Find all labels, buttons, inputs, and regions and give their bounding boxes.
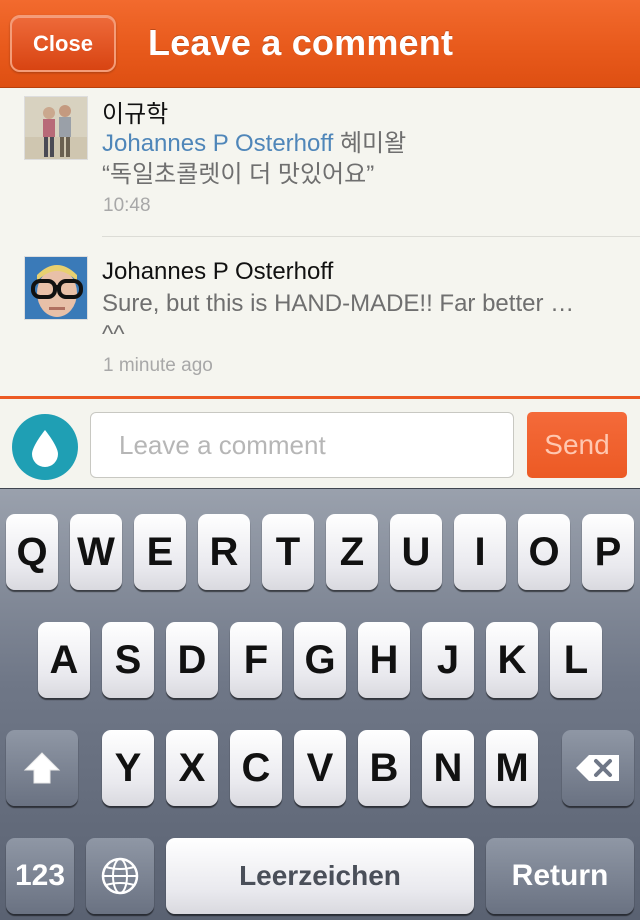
- send-button[interactable]: Send: [527, 412, 627, 478]
- backspace-icon: [576, 755, 619, 781]
- avatar[interactable]: [24, 256, 88, 320]
- comment-text: “독일초콜렛이 더 맛있어요”: [102, 161, 375, 188]
- key-m[interactable]: M: [486, 730, 538, 806]
- divider: [102, 236, 640, 237]
- comment-author[interactable]: Johannes P Osterhoff: [102, 258, 333, 286]
- key-u[interactable]: U: [390, 514, 442, 590]
- avatar-photo-couple: [25, 97, 87, 159]
- key-w[interactable]: W: [70, 514, 122, 590]
- comment-timestamp: 10:48: [103, 195, 151, 216]
- comment-timestamp: 1 minute ago: [103, 355, 213, 376]
- key-v[interactable]: V: [294, 730, 346, 806]
- key-i[interactable]: I: [454, 514, 506, 590]
- key-n[interactable]: N: [422, 730, 474, 806]
- key-r[interactable]: R: [198, 514, 250, 590]
- key-t[interactable]: T: [262, 514, 314, 590]
- page-title: Leave a comment: [148, 22, 454, 63]
- comment-text: Sure, but this is HAND-MADE!! Far better…: [102, 290, 575, 317]
- key-l[interactable]: L: [550, 622, 602, 698]
- key-e[interactable]: E: [134, 514, 186, 590]
- comment-input[interactable]: [90, 412, 514, 478]
- water-drop-button[interactable]: [12, 414, 78, 480]
- water-drop-icon: [32, 430, 58, 467]
- key-h[interactable]: H: [358, 622, 410, 698]
- comment-author[interactable]: 이규학: [102, 94, 168, 129]
- mention-link[interactable]: Johannes P Osterhoff: [102, 130, 333, 157]
- key-q[interactable]: Q: [6, 514, 58, 590]
- comment-input-bar: Send: [0, 396, 640, 488]
- key-y[interactable]: Y: [102, 730, 154, 806]
- keyboard: Q W E R T Z U I O P A S D F G H J K L Y …: [0, 488, 640, 920]
- key-g[interactable]: G: [294, 622, 346, 698]
- comment-text: 혜미왈: [333, 130, 407, 157]
- shift-arrow-icon: [23, 752, 61, 784]
- key-a[interactable]: A: [38, 622, 90, 698]
- space-key[interactable]: Leerzeichen: [166, 838, 474, 914]
- key-p[interactable]: P: [582, 514, 634, 590]
- key-z[interactable]: Z: [326, 514, 378, 590]
- key-s[interactable]: S: [102, 622, 154, 698]
- return-key[interactable]: Return: [486, 838, 634, 914]
- close-button[interactable]: Close: [10, 15, 116, 72]
- avatar-photo-glasses: [25, 257, 87, 319]
- key-f[interactable]: F: [230, 622, 282, 698]
- key-k[interactable]: K: [486, 622, 538, 698]
- globe-key[interactable]: [86, 838, 154, 914]
- nav-header: Close Leave a comment: [0, 0, 640, 88]
- key-o[interactable]: O: [518, 514, 570, 590]
- comment-list: 이규학 Johannes P Osterhoff 혜미왈 “독일초콜렛이 더 맛…: [0, 88, 640, 396]
- shift-key[interactable]: [6, 730, 78, 806]
- comment-body: Johannes P Osterhoff 혜미왈 “독일초콜렛이 더 맛있어요”: [102, 128, 622, 190]
- key-d[interactable]: D: [166, 622, 218, 698]
- comment-text: ^^: [102, 321, 125, 348]
- key-x[interactable]: X: [166, 730, 218, 806]
- key-b[interactable]: B: [358, 730, 410, 806]
- globe-icon: [101, 857, 139, 895]
- backspace-key[interactable]: [562, 730, 634, 806]
- key-c[interactable]: C: [230, 730, 282, 806]
- comment-body: Sure, but this is HAND-MADE!! Far better…: [102, 288, 622, 350]
- avatar[interactable]: [24, 96, 88, 160]
- numbers-key[interactable]: 123: [6, 838, 74, 914]
- key-j[interactable]: J: [422, 622, 474, 698]
